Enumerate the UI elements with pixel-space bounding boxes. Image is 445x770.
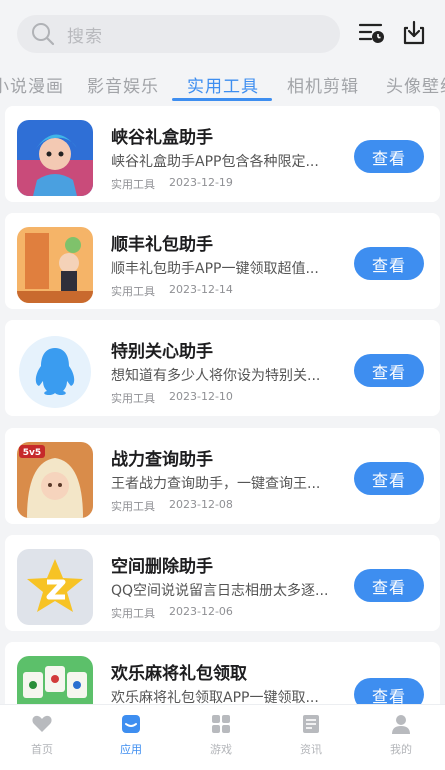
app-meta: 实用工具 2023-12-10 [111,390,233,406]
view-button[interactable]: 查看 [354,569,424,602]
mahjong-icon [17,656,93,704]
list-item[interactable]: 峡谷礼盒助手 峡谷礼盒助手APP包含各种限定... 实用工具 2023-12-1… [5,106,440,202]
active-tab-indicator [172,98,272,101]
view-button[interactable]: 查看 [354,462,424,495]
view-button[interactable]: 查看 [354,140,424,173]
app-meta: 实用工具 2023-12-08 [111,498,233,514]
app-meta: 实用工具 2023-12-14 [111,283,233,299]
app-category: 实用工具 [111,285,155,298]
app-description: 王者战力查询助手，一键查询王... [111,476,321,492]
nav-apps[interactable]: 应用 [101,713,161,757]
nav-games[interactable]: 游戏 [191,713,251,757]
app-title: 空间删除助手 [111,557,213,577]
5v5-hero-icon: 5v5 [17,442,93,518]
top-bar: 搜索 [0,0,445,60]
app-date: 2023-12-06 [169,605,233,618]
app-description: 顺丰礼包助手APP一键领取超值... [111,261,319,277]
app-date: 2023-12-08 [169,498,233,511]
qq-penguin-icon [17,334,93,410]
app-meta: 实用工具 2023-12-06 [111,605,233,621]
character-orange-icon [17,227,93,303]
view-button[interactable]: 查看 [354,247,424,280]
news-icon [303,715,319,733]
app-category: 实用工具 [111,178,155,191]
app-date: 2023-12-19 [169,176,233,189]
nav-profile[interactable]: 我的 [371,713,431,757]
app-description: 想知道有多少人将你设为特别关... [111,368,321,384]
app-category: 实用工具 [111,500,155,513]
view-button[interactable]: 查看 [354,354,424,387]
category-tabs: 小说漫画 影音娱乐 实用工具 相机剪辑 头像壁纸 [0,62,445,102]
qzone-star-icon [17,549,93,625]
view-button[interactable]: 查看 [354,678,424,704]
search-bar[interactable]: 搜索 [17,15,340,53]
heart-icon [32,715,52,732]
tab-media-entertainment[interactable]: 影音娱乐 [87,72,159,97]
search-icon [23,15,63,53]
app-title: 峡谷礼盒助手 [111,128,213,148]
app-date: 2023-12-10 [169,390,233,403]
list-item[interactable]: 顺丰礼包助手 顺丰礼包助手APP一键领取超值... 实用工具 2023-12-1… [5,213,440,309]
nav-label: 游戏 [210,743,232,756]
nav-label: 资讯 [300,743,322,756]
svg-text:5v5: 5v5 [23,448,41,458]
nav-label: 应用 [120,743,142,756]
app-category: 实用工具 [111,607,155,620]
app-description: QQ空间说说留言日志相册太多逐... [111,583,329,599]
app-category: 实用工具 [111,392,155,405]
app-title: 特别关心助手 [111,342,213,362]
app-title: 欢乐麻将礼包领取 [111,664,247,684]
game-hero-blue-icon [17,120,93,196]
app-meta: 实用工具 2023-12-19 [111,176,233,192]
tab-avatar-wallpaper[interactable]: 头像壁纸 [386,72,445,97]
grid-icon [212,715,230,733]
bottom-nav: 首页 应用 游戏 资讯 我的 [0,704,445,770]
app-title: 战力查询助手 [111,450,213,470]
nav-label: 首页 [31,743,53,756]
tab-novel-comics[interactable]: 小说漫画 [0,72,64,97]
nav-label: 我的 [390,743,412,756]
list-item[interactable]: 欢乐麻将礼包领取 欢乐麻将礼包领取APP一键领取... 查看 [5,642,440,704]
filter-clock-icon[interactable] [355,16,389,50]
tab-utilities[interactable]: 实用工具 [187,72,259,97]
app-title: 顺丰礼包助手 [111,235,213,255]
app-description: 欢乐麻将礼包领取APP一键领取... [111,690,319,704]
nav-home[interactable]: 首页 [12,713,72,757]
nav-news[interactable]: 资讯 [281,713,341,757]
list-item[interactable]: 5v5 战力查询助手 王者战力查询助手，一键查询王... 实用工具 2023-1… [5,428,440,524]
app-icon [122,715,140,733]
list-item[interactable]: 特别关心助手 想知道有多少人将你设为特别关... 实用工具 2023-12-10… [5,320,440,416]
search-placeholder: 搜索 [67,26,103,47]
app-description: 峡谷礼盒助手APP包含各种限定... [111,154,319,170]
app-date: 2023-12-14 [169,283,233,296]
tab-camera-editing[interactable]: 相机剪辑 [287,72,359,97]
user-icon [392,715,410,734]
list-item[interactable]: 空间删除助手 QQ空间说说留言日志相册太多逐... 实用工具 2023-12-0… [5,535,440,631]
download-icon[interactable] [397,16,431,50]
app-list: 峡谷礼盒助手 峡谷礼盒助手APP包含各种限定... 实用工具 2023-12-1… [0,106,445,704]
